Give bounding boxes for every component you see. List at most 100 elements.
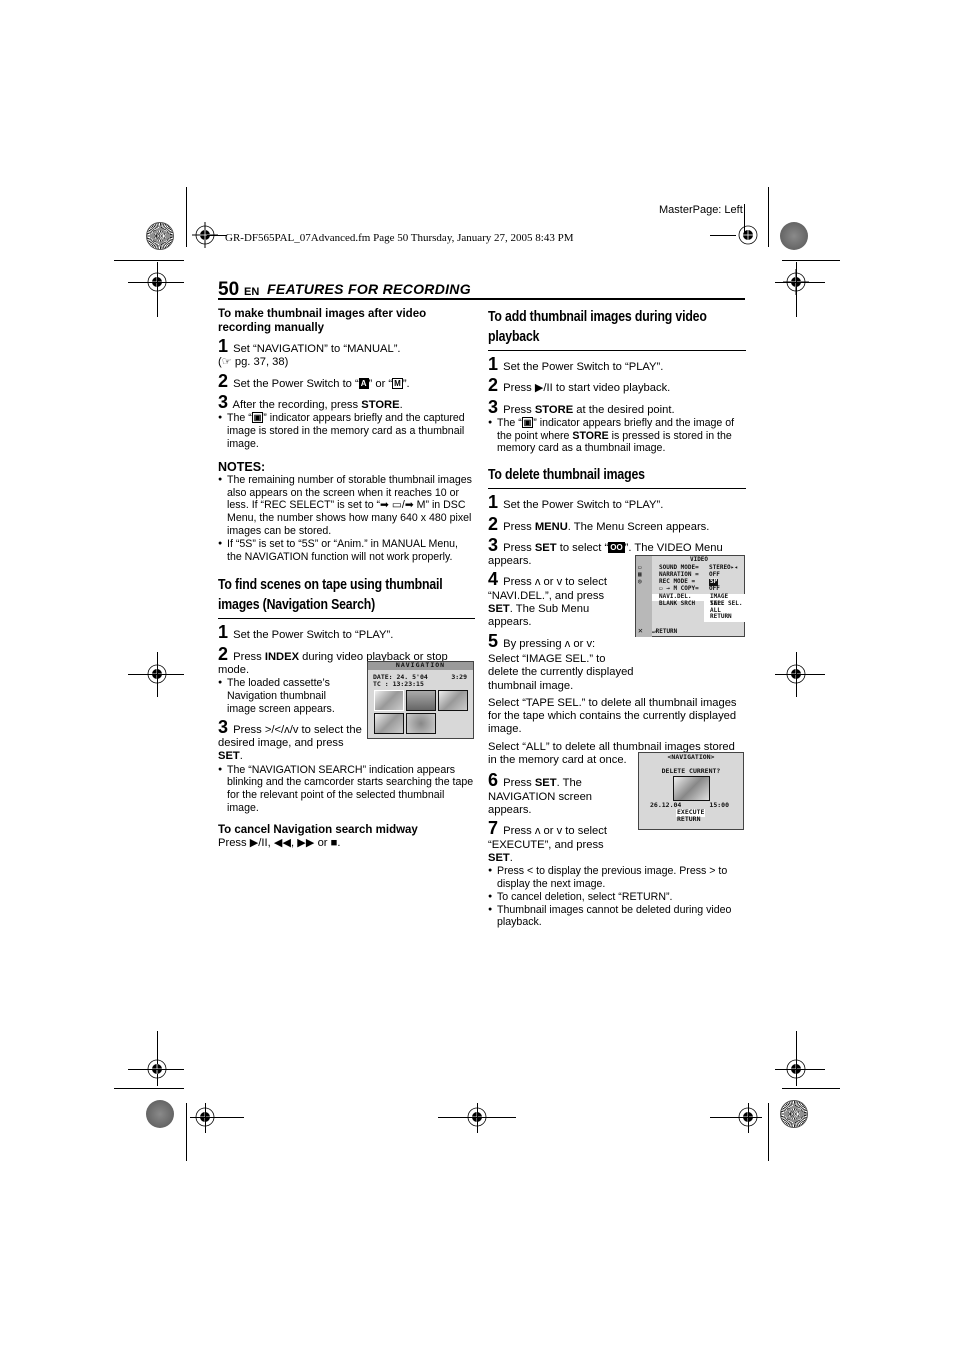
thumbnail-indicator-icon: ▣ [521, 416, 534, 428]
video-menu-illustration: ▭ ▦ ◎ VIDEO SOUND MODE= STEREO▸◂ NARRATI… [635, 555, 746, 637]
menu-label: SOUND MODE [659, 564, 696, 571]
delete-heading-wrap: To delete thumbnail images [488, 465, 746, 490]
step-text: . The Menu Screen appears. [567, 520, 710, 533]
page-reference: (☞ pg. 37, 38) [218, 356, 289, 369]
step-7: 7 Press ʌ or v to select “EXECUTE”, and … [488, 818, 626, 865]
crop-line [186, 1103, 187, 1161]
option-image-sel: Select “IMAGE SEL.” to delete the curren… [488, 652, 634, 692]
step-text: Set the Power Switch to “PLAY”. [233, 629, 394, 642]
step-text: Press [503, 777, 535, 790]
screen-timecode: TC : 13:23:15 [373, 680, 424, 688]
step-text: Press ʌ or v to select “NAVI.DEL.”, and … [488, 576, 607, 602]
thumbnail-image [374, 690, 404, 711]
crop-line [128, 674, 184, 675]
page-number: 50 [218, 279, 240, 300]
note-item: The remaining number of storable thumbna… [218, 474, 475, 538]
submenu-item-return[interactable]: RETURN [710, 613, 732, 621]
bullet-text: ” indicator appears briefly and the capt… [227, 412, 465, 450]
crop-line [114, 1088, 184, 1089]
step-number: 1 [488, 492, 499, 513]
registration-mark-icon [738, 225, 758, 245]
bullet-item: The “▣” indicator appears briefly and th… [488, 416, 746, 455]
step-text: Press [503, 541, 535, 554]
step-text: ”. [402, 377, 410, 390]
screen-time: 3:29 [451, 673, 467, 681]
bullet-text: The “ [227, 412, 252, 425]
step-number: 4 [488, 569, 499, 590]
step-text: to select “ [556, 541, 609, 554]
manual-mode-icon: M [392, 377, 403, 389]
crop-line [710, 1117, 762, 1118]
step-3: 3 Press >/</ʌ/v to select the desired im… [218, 718, 363, 764]
step-text: Set the Power Switch to “ [233, 377, 359, 390]
step-text: Set the Power Switch to “PLAY”. [503, 499, 664, 512]
color-target-icon [146, 222, 174, 250]
navigation-screen-illustration: NAVIGATION DATE: 24. 5'04 3:29 TC : 13:2… [367, 661, 474, 739]
step-number: 5 [488, 630, 499, 651]
crop-line [128, 282, 184, 283]
masterpage-label: MasterPage: Left [659, 204, 743, 216]
menu-item-blank-srch[interactable]: BLANK SRCH [659, 600, 695, 608]
step-text: Press ʌ or v to select “EXECUTE”, and pr… [488, 825, 607, 851]
thumbnail-image [374, 713, 404, 734]
step-text: Press >/</ʌ/v to select the desired imag… [218, 723, 362, 750]
return-option[interactable]: RETURN [677, 815, 700, 824]
step-text: at the desired point. [573, 403, 675, 416]
delete-thumbnail-heading: To delete thumbnail images [488, 466, 645, 484]
step-text: . [239, 750, 243, 763]
step-number: 2 [218, 643, 229, 664]
button-name: STORE [572, 429, 609, 442]
bullet-item: Thumbnail images cannot be deleted durin… [488, 904, 746, 930]
step-2: 2 Set the Power Switch to “A” or “M”. [218, 370, 475, 391]
delete-prompt: DELETE CURRENT? [661, 767, 721, 775]
close-icon: ✕ [638, 626, 643, 635]
button-name: SET [218, 750, 240, 763]
manual-thumbnail-heading: To make thumbnail images after video rec… [218, 308, 427, 334]
crop-line [748, 1103, 749, 1133]
button-name: SET [488, 851, 510, 864]
crop-line [157, 652, 158, 697]
step-3: 3 Press STORE at the desired point. [488, 396, 746, 417]
crop-line [114, 260, 184, 261]
step-number: 1 [218, 622, 229, 643]
crop-line [782, 1088, 840, 1089]
bullet-item: The loaded cassette’s Navigation thumbna… [218, 677, 336, 715]
crop-line [775, 1069, 825, 1070]
step-text: Press [503, 403, 535, 416]
color-target-icon [780, 1100, 808, 1128]
menu-label: REC MODE [659, 578, 688, 585]
menu-sep: = [691, 578, 696, 585]
step-number: 3 [488, 534, 499, 555]
step-1: 1 Set the Power Switch to “PLAY”. [218, 622, 475, 643]
note-item: If “5S” is set to “5S” or “Anim.” in MAN… [218, 538, 475, 564]
button-name: MENU [534, 520, 568, 533]
page-header: 50 EN FEATURES FOR RECORDING [218, 279, 745, 300]
crop-line [768, 1103, 769, 1161]
step-text: Press ▶/II to start video playback. [503, 382, 671, 395]
menu-sep: = [695, 564, 699, 571]
button-name: STORE [361, 398, 400, 411]
button-name: INDEX [264, 650, 300, 663]
step-text: . [399, 398, 403, 411]
menu-label: NARRATION [659, 571, 692, 578]
step-text: By pressing ʌ or v: [503, 637, 596, 650]
step-number: 2 [218, 370, 229, 391]
menu-item-copy[interactable]: ▭ → M COPY= [659, 585, 699, 593]
cancel-text: Press ▶/II, ◀◀, ▶▶ or ■. [218, 836, 341, 849]
step-2: 2 Press ▶/II to start video playback. [488, 375, 746, 396]
step-number: 3 [488, 396, 499, 417]
step-number: 6 [488, 770, 499, 791]
button-name: SET [488, 603, 510, 616]
crop-line [190, 1117, 244, 1118]
thumbnail-image [438, 690, 468, 711]
bullet-text: The “ [497, 416, 522, 429]
step-text: ” or “ [368, 377, 393, 390]
screen-title: NAVIGATION [368, 661, 473, 670]
step-number: 2 [488, 375, 499, 396]
crop-line [796, 1031, 797, 1086]
step-number: 7 [488, 818, 499, 839]
left-column: To make thumbnail images after video rec… [218, 307, 475, 850]
crop-line [775, 674, 825, 675]
step-6: 6 Press SET. The NAVIGATION screen appea… [488, 770, 626, 817]
menu-return[interactable]: ↵RETURN [652, 628, 677, 636]
